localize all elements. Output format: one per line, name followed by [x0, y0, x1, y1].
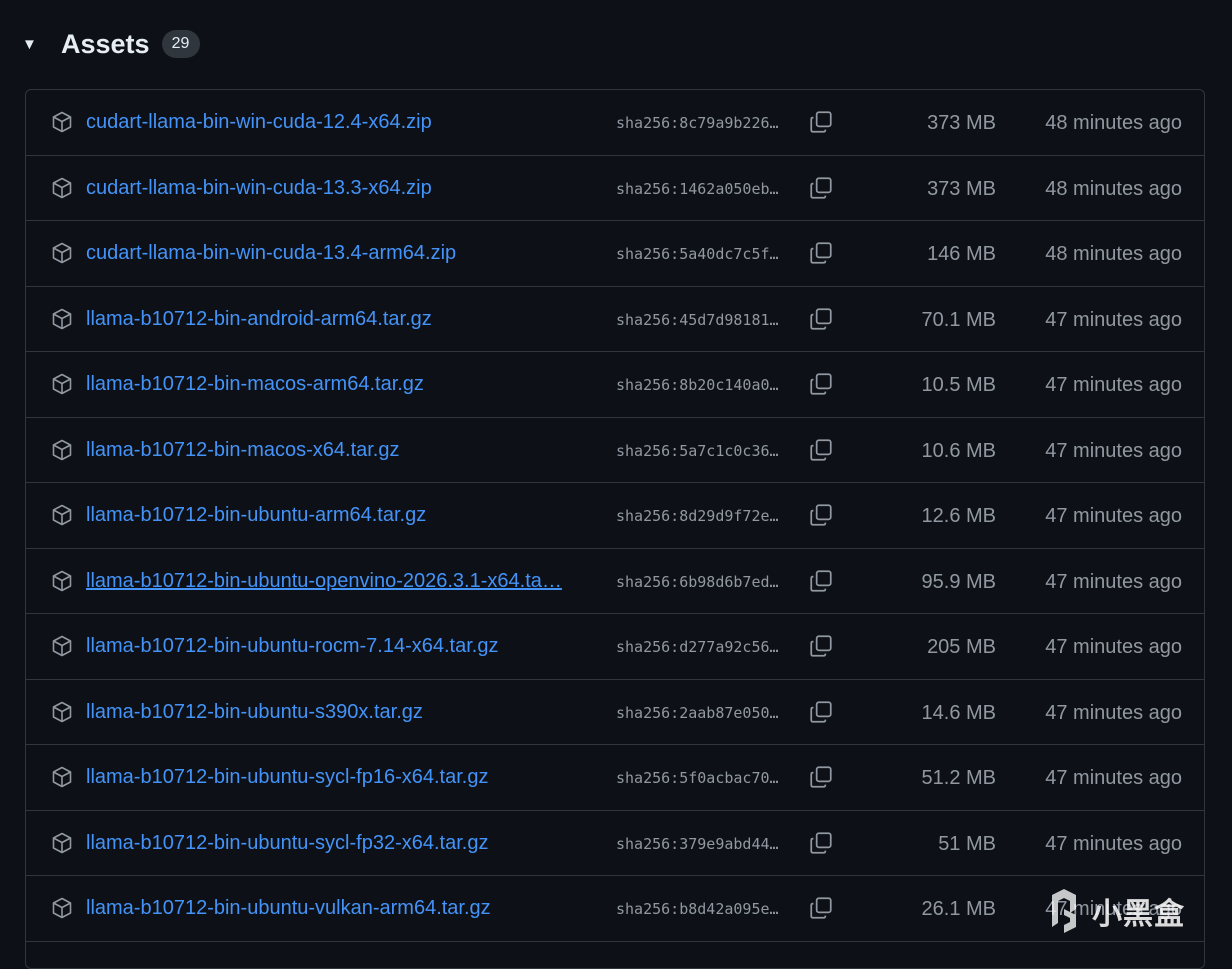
- asset-sha256: sha256:5a7c1c0c36…: [616, 441, 779, 460]
- asset-size: 26.1 MB: [921, 898, 996, 920]
- asset-download-link[interactable]: llama-b10712-bin-android-arm64.tar.gz: [86, 305, 596, 333]
- package-icon: [50, 569, 74, 593]
- asset-row: llama-b10712-bin-ubuntu-rocm-7.14-x64.ta…: [26, 614, 1204, 680]
- asset-sha256: sha256:8b20c140a0…: [616, 376, 779, 394]
- watermark: 小黑盒: [1044, 886, 1200, 936]
- asset-download-link[interactable]: llama-b10712-bin-ubuntu-openvino-2026.3.…: [86, 567, 596, 595]
- copy-icon[interactable]: [808, 371, 836, 399]
- asset-size: 51 MB: [938, 832, 996, 855]
- watermark-text: 小黑盒: [1092, 897, 1185, 932]
- package-icon: [50, 241, 74, 265]
- asset-sha256: sha256:1462a050eb…: [616, 179, 779, 198]
- copy-icon[interactable]: [808, 437, 836, 465]
- copy-icon[interactable]: [808, 240, 836, 268]
- heybox-logo-icon: [1052, 889, 1076, 933]
- asset-timestamp: 47 minutes ago: [1045, 308, 1182, 331]
- assets-header[interactable]: ▼ Assets 29: [22, 22, 200, 66]
- asset-row: cudart-llama-bin-win-cuda-13.3-x64.zip sh…: [26, 156, 1204, 221]
- asset-download-link[interactable]: llama-b10712-bin-ubuntu-rocm-7.14-x64.ta…: [86, 632, 596, 660]
- asset-timestamp: 47 minutes ago: [1045, 374, 1182, 396]
- asset-row: llama-b10712-bin-ubuntu-s390x.tar.gz sha2…: [26, 680, 1204, 745]
- asset-size: 205 MB: [927, 636, 996, 658]
- asset-row: cudart-llama-bin-win-cuda-13.4-arm64.zip…: [26, 221, 1204, 287]
- asset-row: llama-b10712-bin-ubuntu-arm64.tar.gz sha2…: [26, 483, 1204, 549]
- package-icon: [50, 110, 74, 134]
- copy-icon[interactable]: [808, 502, 836, 530]
- asset-sha256: sha256:8d29d9f72e…: [616, 507, 779, 525]
- triangle-down-icon[interactable]: ▼: [22, 37, 40, 52]
- asset-sha256: sha256:379e9abd44…: [616, 834, 779, 853]
- asset-row: llama-b10712-bin-ubuntu-sycl-fp32-x64.ta…: [26, 811, 1204, 876]
- asset-timestamp: 47 minutes ago: [1045, 636, 1182, 658]
- asset-download-link[interactable]: llama-b10712-bin-ubuntu-sycl-fp32-x64.ta…: [86, 829, 596, 857]
- asset-download-link[interactable]: llama-b10712-bin-macos-arm64.tar.gz: [86, 370, 596, 398]
- asset-size: 10.5 MB: [921, 374, 996, 396]
- asset-download-link[interactable]: cudart-llama-bin-win-cuda-12.4-x64.zip: [86, 108, 596, 136]
- copy-icon[interactable]: [808, 633, 836, 661]
- asset-size: 14.6 MB: [921, 701, 996, 724]
- asset-download-link[interactable]: cudart-llama-bin-win-cuda-13.3-x64.zip: [86, 174, 596, 202]
- asset-row: cudart-llama-bin-win-cuda-12.4-x64.zip sh…: [26, 90, 1204, 156]
- asset-size: 70.1 MB: [921, 308, 996, 331]
- asset-sha256: sha256:8c79a9b226…: [616, 114, 779, 132]
- package-icon: [50, 176, 74, 200]
- asset-sha256: sha256:5a40dc7c5f…: [616, 245, 779, 263]
- package-icon: [50, 765, 74, 789]
- copy-icon[interactable]: [808, 306, 836, 334]
- asset-timestamp: 48 minutes ago: [1045, 112, 1182, 134]
- asset-timestamp: 47 minutes ago: [1045, 832, 1182, 855]
- asset-sha256: sha256:d277a92c56…: [616, 638, 779, 656]
- package-icon: [50, 372, 74, 396]
- asset-row: llama-b10712-bin-android-arm64.tar.gz sha…: [26, 287, 1204, 352]
- asset-size: 10.6 MB: [921, 439, 996, 462]
- asset-download-link[interactable]: cudart-llama-bin-win-cuda-13.4-arm64.zip: [86, 239, 596, 267]
- asset-sha256: sha256:2aab87e050…: [616, 703, 779, 722]
- package-icon: [50, 700, 74, 724]
- asset-download-link[interactable]: llama-b10712-bin-macos-x64.tar.gz: [86, 436, 596, 464]
- package-icon: [50, 438, 74, 462]
- asset-row: llama-b10712-bin-macos-arm64.tar.gz sha25…: [26, 352, 1204, 418]
- asset-sha256: sha256:45d7d98181…: [616, 310, 779, 329]
- package-icon: [50, 831, 74, 855]
- copy-icon[interactable]: [808, 895, 836, 923]
- asset-sha256: sha256:6b98d6b7ed…: [616, 572, 779, 591]
- asset-sha256: sha256:b8d42a095e…: [616, 900, 779, 918]
- package-icon: [50, 503, 74, 527]
- asset-size: 373 MB: [927, 177, 996, 200]
- assets-title: Assets: [61, 28, 150, 59]
- package-icon: [50, 896, 74, 920]
- asset-timestamp: 47 minutes ago: [1045, 570, 1182, 593]
- asset-sha256: sha256:5f0acbac70…: [616, 769, 779, 787]
- assets-list: cudart-llama-bin-win-cuda-12.4-x64.zip sh…: [25, 89, 1205, 969]
- asset-row: llama-b10712-bin-ubuntu-sycl-fp16-x64.ta…: [26, 745, 1204, 811]
- copy-icon[interactable]: [808, 175, 836, 203]
- asset-timestamp: 47 minutes ago: [1045, 767, 1182, 789]
- asset-size: 12.6 MB: [921, 505, 996, 527]
- package-icon: [50, 634, 74, 658]
- asset-timestamp: 48 minutes ago: [1045, 177, 1182, 200]
- copy-icon[interactable]: [808, 568, 836, 596]
- copy-icon[interactable]: [808, 830, 836, 858]
- asset-download-link[interactable]: llama-b10712-bin-ubuntu-s390x.tar.gz: [86, 698, 596, 726]
- asset-timestamp: 48 minutes ago: [1045, 243, 1182, 265]
- asset-row: llama-b10712-bin-ubuntu-vulkan-arm64.tar…: [26, 876, 1204, 942]
- assets-count-badge: 29: [161, 30, 200, 58]
- asset-download-link[interactable]: llama-b10712-bin-ubuntu-sycl-fp16-x64.ta…: [86, 763, 596, 791]
- asset-size: 51.2 MB: [921, 767, 996, 789]
- asset-timestamp: 47 minutes ago: [1045, 439, 1182, 462]
- asset-row: llama-b10712-bin-macos-x64.tar.gz sha256:…: [26, 418, 1204, 483]
- asset-timestamp: 47 minutes ago: [1045, 701, 1182, 724]
- package-icon: [50, 307, 74, 331]
- copy-icon[interactable]: [808, 109, 836, 137]
- copy-icon[interactable]: [808, 699, 836, 727]
- asset-size: 146 MB: [927, 243, 996, 265]
- asset-timestamp: 47 minutes ago: [1045, 505, 1182, 527]
- asset-download-link[interactable]: llama-b10712-bin-ubuntu-vulkan-arm64.tar…: [86, 894, 596, 922]
- asset-download-link[interactable]: llama-b10712-bin-ubuntu-arm64.tar.gz: [86, 501, 596, 529]
- asset-size: 95.9 MB: [921, 570, 996, 593]
- asset-size: 373 MB: [927, 112, 996, 134]
- copy-icon[interactable]: [808, 764, 836, 792]
- asset-row: llama-b10712-bin-ubuntu-openvino-2026.3.…: [26, 549, 1204, 614]
